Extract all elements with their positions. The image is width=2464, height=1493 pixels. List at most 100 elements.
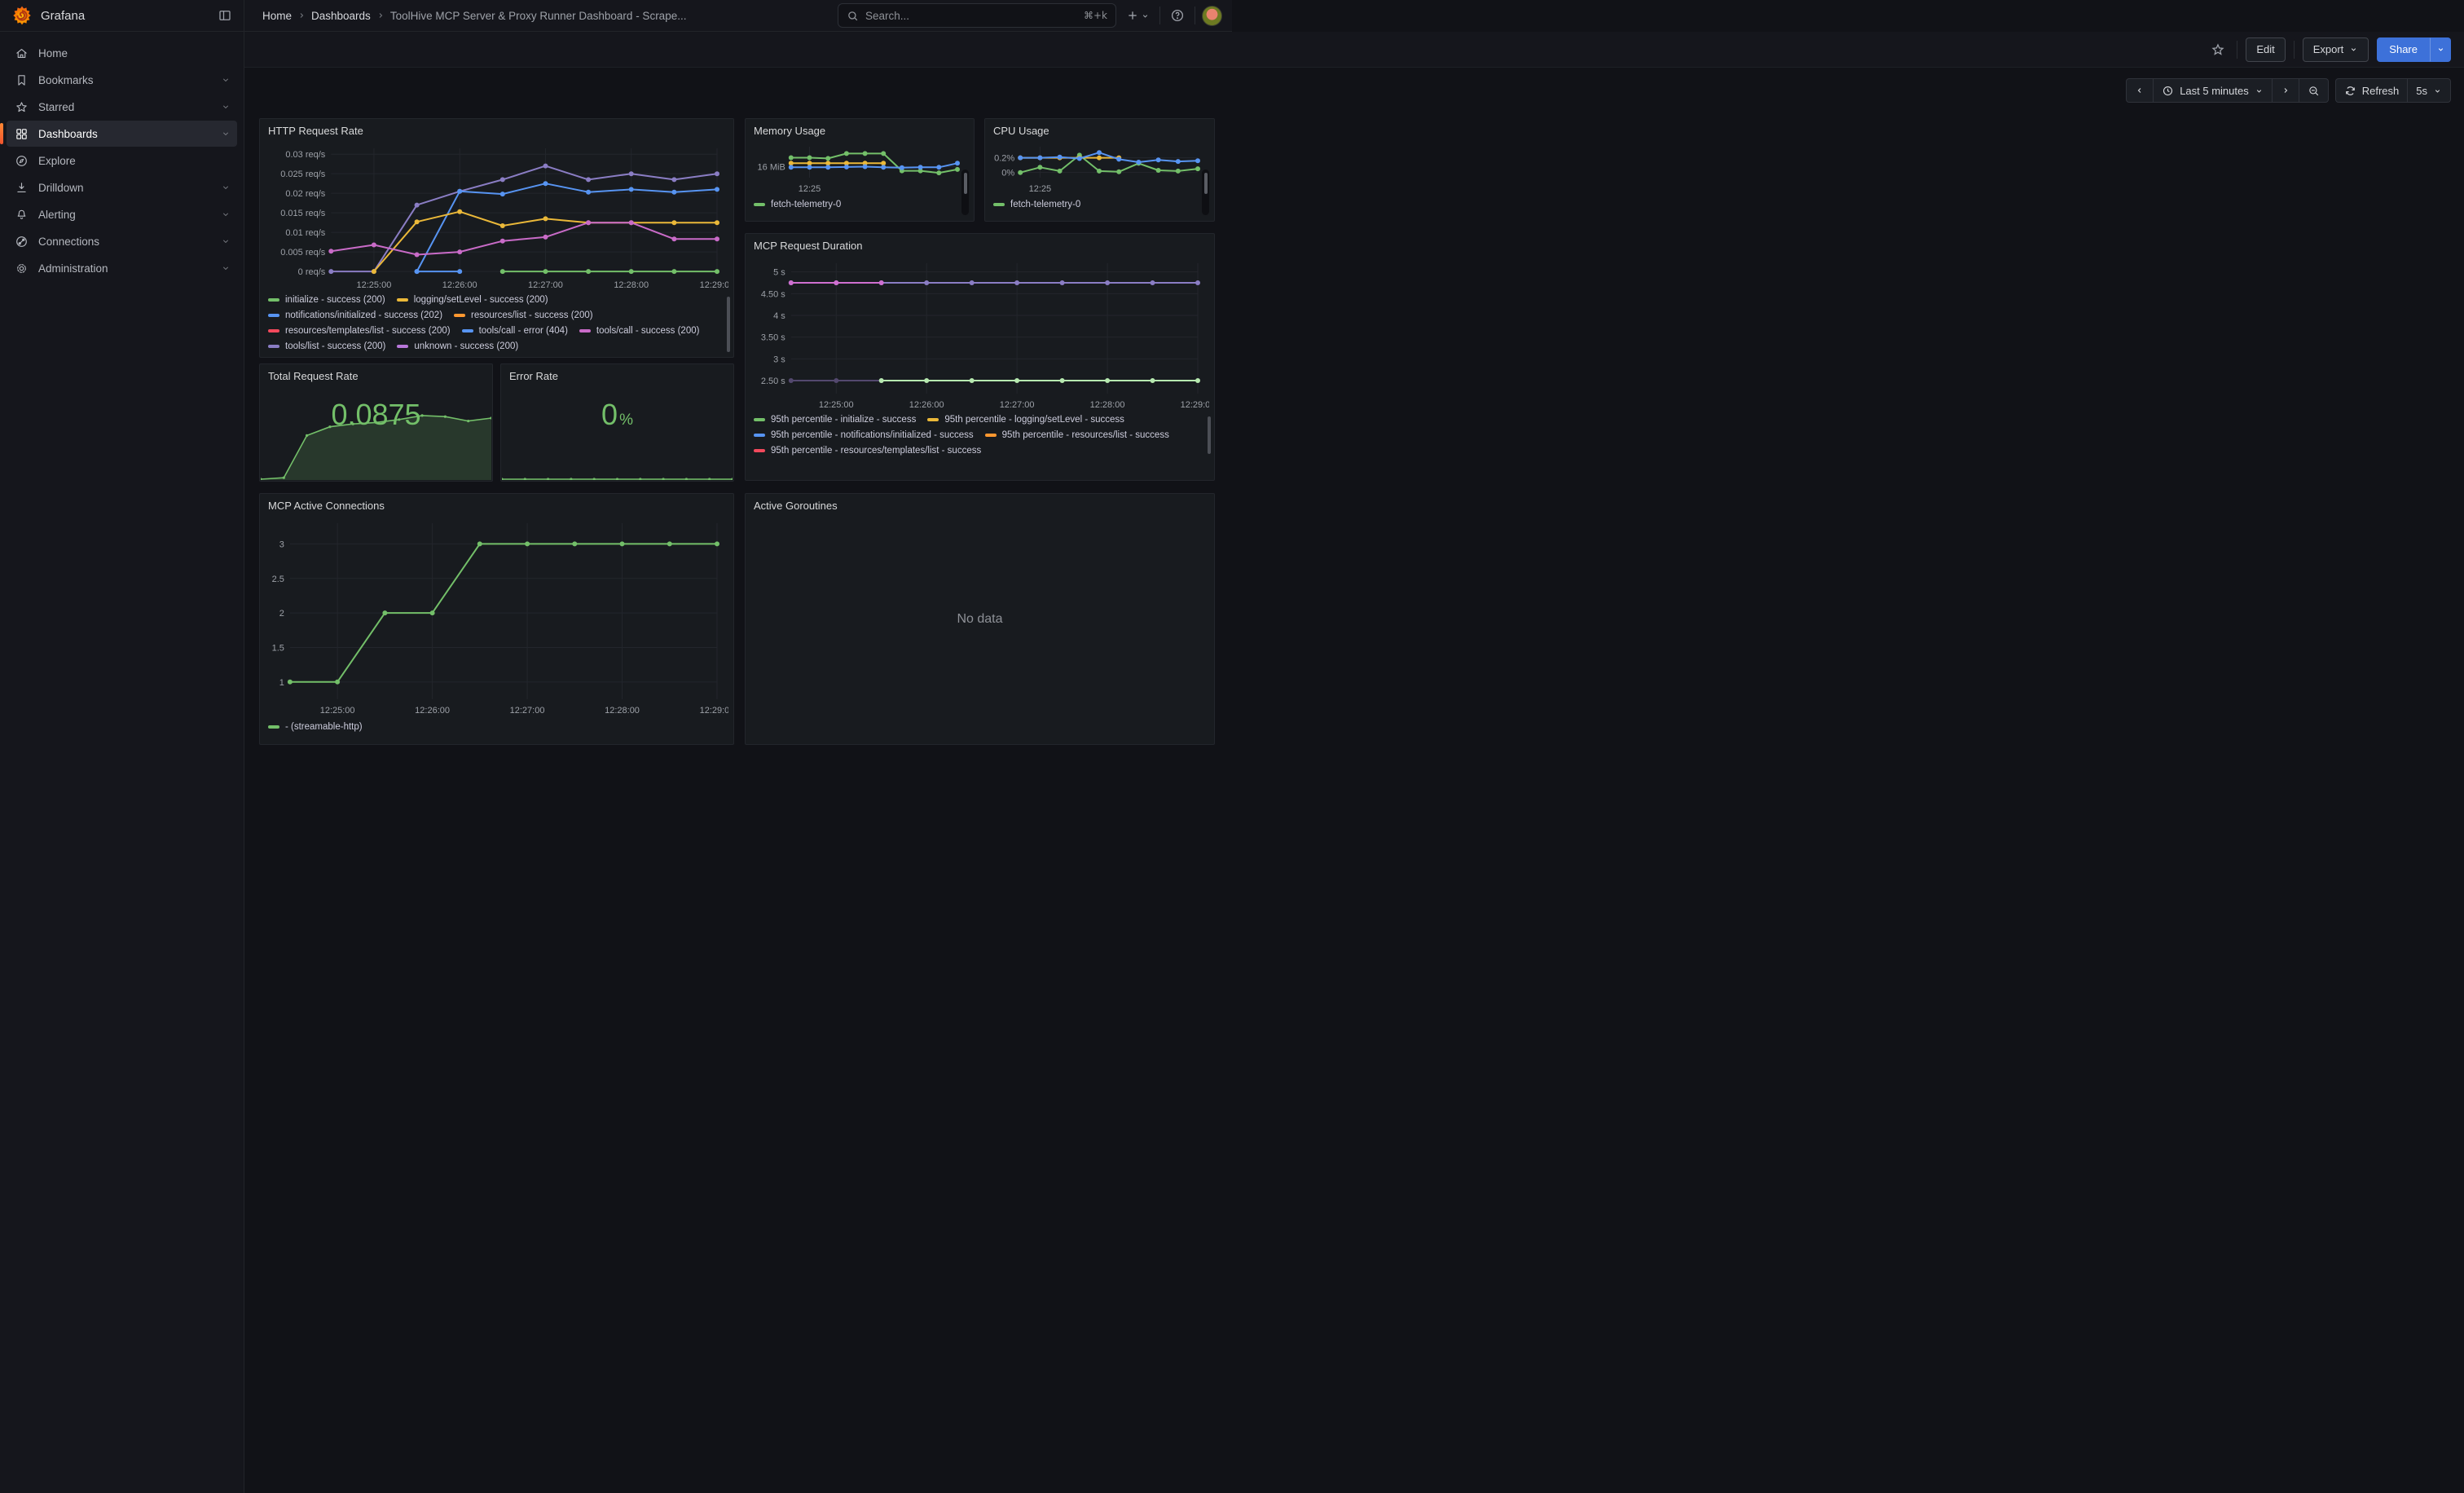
legend-item[interactable]: resources/templates/list - success (200) [268, 326, 451, 336]
legend-item[interactable]: 95th percentile - resources/templates/li… [754, 446, 981, 456]
svg-text:12:25: 12:25 [799, 184, 821, 194]
sidebar-item-drilldown[interactable]: Drilldown [7, 174, 237, 200]
sidebar-item-home[interactable]: Home [7, 40, 237, 66]
refresh-interval-dropdown[interactable]: 5s [2408, 78, 2451, 103]
legend-label: fetch-telemetry-0 [771, 200, 841, 209]
panel-title[interactable]: MCP Active Connections [260, 494, 733, 517]
panel-title[interactable]: Total Request Rate [260, 364, 492, 387]
memory-usage-legend: fetch-telemetry-0 [754, 200, 956, 218]
help-icon[interactable] [1167, 5, 1188, 26]
svg-text:0 req/s: 0 req/s [298, 267, 326, 277]
time-back-button[interactable] [2126, 78, 2154, 103]
chevron-down-icon[interactable] [221, 183, 231, 192]
chevron-down-icon[interactable] [221, 209, 231, 219]
legend-item[interactable]: unknown - success (200) [397, 341, 518, 351]
refresh-group: Refresh 5s [2335, 78, 2451, 103]
breadcrumb-dashboards[interactable]: Dashboards [311, 10, 371, 22]
search-input[interactable]: Search... ⌘+k [838, 3, 1116, 28]
legend-item[interactable]: tools/call - error (404) [462, 326, 568, 336]
legend-scrollbar[interactable] [727, 297, 730, 352]
svg-text:12:25:00: 12:25:00 [819, 400, 854, 410]
legend-scrollbar[interactable] [961, 170, 969, 215]
mcp-active-connections-chart[interactable]: 11.522.5312:25:0012:26:0012:27:0012:28:0… [265, 517, 728, 717]
grafana-logo[interactable] [11, 5, 33, 26]
sidebar-item-alerting[interactable]: Alerting [7, 201, 237, 227]
panel-title[interactable]: MCP Request Duration [746, 234, 1214, 257]
time-range-group: Last 5 minutes [2126, 78, 2329, 103]
legend-item[interactable]: 95th percentile - resources/list - succe… [985, 430, 1169, 440]
export-button[interactable]: Export [2303, 37, 2369, 62]
time-forward-button[interactable] [2273, 78, 2299, 103]
breadcrumb-home[interactable]: Home [262, 10, 292, 22]
share-button[interactable]: Share [2377, 37, 2430, 62]
sidebar-item-explore[interactable]: Explore [7, 148, 237, 174]
chevron-down-icon[interactable] [221, 236, 231, 246]
zoom-out-button[interactable] [2299, 78, 2329, 103]
chevron-down-icon[interactable] [221, 263, 231, 273]
sidebar-item-label: Drilldown [38, 182, 211, 194]
panel-title[interactable]: CPU Usage [985, 119, 1214, 142]
legend-item[interactable]: 95th percentile - initialize - success [754, 415, 916, 425]
legend-item[interactable]: tools/call - success (200) [579, 326, 700, 336]
svg-text:12:27:00: 12:27:00 [1000, 400, 1035, 410]
legend-label: tools/call - error (404) [479, 326, 568, 336]
legend-item[interactable]: fetch-telemetry-0 [754, 200, 841, 209]
legend-label: fetch-telemetry-0 [1010, 200, 1080, 209]
sidebar-toggle-icon[interactable] [214, 5, 235, 26]
app-header: Grafana Home Dashboards ToolHive MCP Ser… [0, 0, 1232, 32]
svg-text:12:28:00: 12:28:00 [605, 706, 640, 716]
legend-item[interactable]: resources/list - success (200) [454, 310, 593, 320]
sidebar-item-dashboards[interactable]: Dashboards [7, 121, 237, 147]
legend-item[interactable]: initialize - success (200) [268, 295, 385, 305]
svg-text:12:26:00: 12:26:00 [442, 280, 477, 290]
mcp-request-duration-chart[interactable]: 2.50 s3 s3.50 s4 s4.50 s5 s12:25:0012:26… [750, 257, 1209, 412]
legend-label: 95th percentile - resources/templates/li… [771, 446, 981, 456]
search-icon [847, 10, 859, 22]
mcp-request-duration-legend: 95th percentile - initialize - success 95… [754, 415, 1196, 478]
refresh-button[interactable]: Refresh [2335, 78, 2409, 103]
memory-usage-chart[interactable]: 16 MiB12:25 [750, 140, 969, 196]
favorite-star-icon[interactable] [2207, 39, 2229, 60]
sidebar-item-label: Connections [38, 236, 211, 248]
http-request-rate-chart[interactable]: 0 req/s0.005 req/s0.01 req/s0.015 req/s0… [265, 142, 728, 292]
share-group: Share [2377, 37, 2451, 62]
edit-button[interactable]: Edit [2246, 37, 2285, 62]
legend-scrollbar[interactable] [1208, 416, 1211, 454]
legend-swatch [268, 314, 279, 317]
chevron-down-icon[interactable] [221, 102, 231, 112]
panel-title[interactable]: Error Rate [501, 364, 733, 387]
sidebar-item-connections[interactable]: Connections [7, 228, 237, 254]
sidebar-item-bookmarks[interactable]: Bookmarks [7, 67, 237, 93]
home-icon [15, 46, 29, 60]
chevron-down-icon[interactable] [221, 129, 231, 139]
add-button[interactable] [1123, 6, 1153, 25]
chevron-down-icon[interactable] [221, 75, 231, 85]
legend-item[interactable]: 95th percentile - notifications/initiali… [754, 430, 974, 440]
legend-label: initialize - success (200) [285, 295, 385, 305]
legend-item[interactable]: - (streamable-http) [268, 722, 363, 732]
legend-scrollbar[interactable] [1202, 170, 1209, 215]
svg-text:5 s: 5 s [773, 268, 785, 278]
user-avatar[interactable] [1202, 6, 1222, 26]
legend-item[interactable]: fetch-telemetry-0 [993, 200, 1080, 209]
svg-text:12:29:00: 12:29:00 [1181, 400, 1209, 410]
panel-title[interactable]: Memory Usage [746, 119, 974, 142]
share-menu-button[interactable] [2430, 37, 2451, 62]
legend-item[interactable]: tools/list - success (200) [268, 341, 385, 351]
sidebar-item-starred[interactable]: Starred [7, 94, 237, 120]
sidebar-item-administration[interactable]: Administration [7, 255, 237, 281]
legend-item[interactable]: logging/setLevel - success (200) [397, 295, 548, 305]
cpu-usage-chart[interactable]: 0%0.2%12:25 [990, 140, 1209, 196]
legend-item[interactable]: notifications/initialized - success (202… [268, 310, 442, 320]
legend-swatch [985, 434, 997, 437]
panel-title[interactable]: HTTP Request Rate [260, 119, 733, 142]
sidebar-item-label: Home [38, 47, 231, 59]
panel-total-request-rate: Total Request Rate 0.0875 [259, 363, 493, 482]
legend-item[interactable]: 95th percentile - logging/setLevel - suc… [927, 415, 1124, 425]
legend-swatch [579, 329, 591, 333]
svg-text:12:29:00: 12:29:00 [700, 280, 728, 290]
legend-swatch [268, 298, 279, 302]
svg-text:4.50 s: 4.50 s [761, 289, 785, 299]
panel-memory-usage: Memory Usage 16 MiB12:25 fetch-telemetry… [745, 118, 975, 222]
time-range-picker[interactable]: Last 5 minutes [2154, 78, 2273, 103]
